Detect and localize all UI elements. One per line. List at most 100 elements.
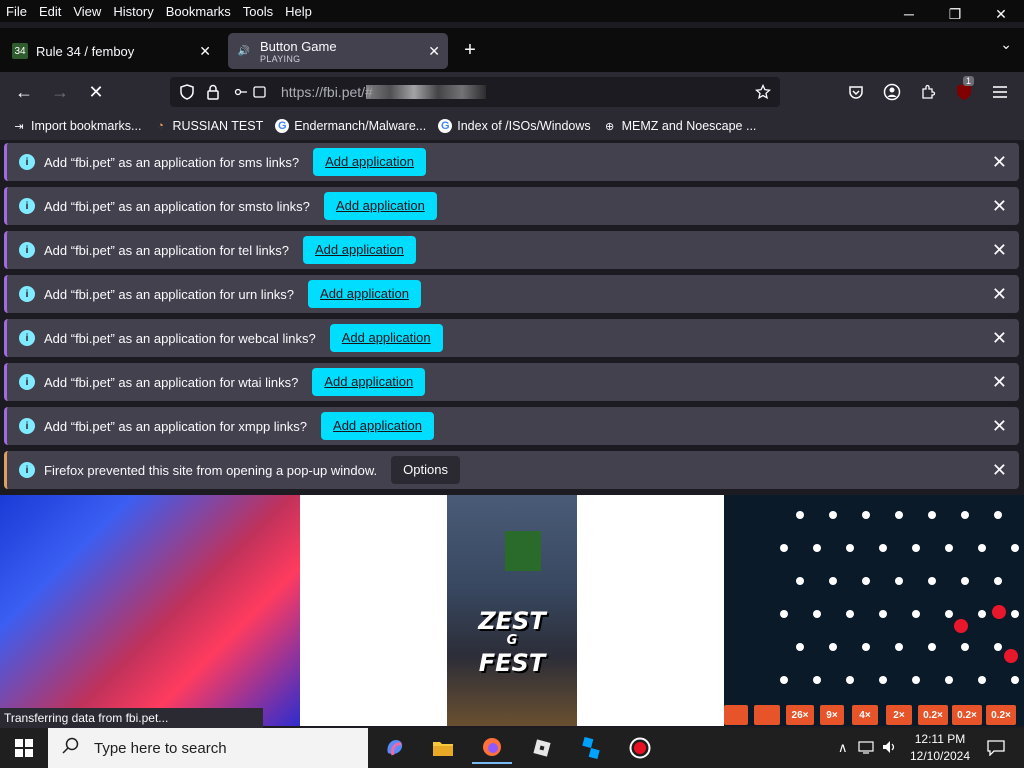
add-application-button[interactable]: Add application — [329, 324, 443, 352]
close-icon[interactable]: ✕ — [992, 240, 1007, 261]
chevron-up-icon[interactable]: ∧ — [838, 740, 848, 756]
plinko-peg — [829, 577, 837, 585]
bookmark-import[interactable]: ⇥ Import bookmarks... — [12, 119, 141, 133]
plinko-peg — [780, 676, 788, 684]
tab-button-game[interactable]: 🔊 Button Game PLAYING ✕ — [228, 33, 448, 69]
tab-close-icon[interactable]: ✕ — [428, 43, 440, 60]
add-application-button[interactable]: Add application — [313, 148, 426, 176]
plinko-peg — [895, 511, 903, 519]
site-favicon-icon: ◔ — [157, 120, 164, 132]
firefox-icon[interactable] — [472, 732, 512, 764]
permissions-icon[interactable] — [234, 84, 266, 103]
volume-icon[interactable] — [882, 740, 898, 757]
google-icon: G — [438, 119, 453, 133]
tab-title: Rule 34 / femboy — [36, 43, 135, 59]
url-bar[interactable]: https://fbi.pet/# — [170, 77, 780, 107]
close-window-button[interactable]: ✕ — [978, 0, 1024, 28]
account-icon[interactable] — [878, 78, 906, 106]
plinko-peg — [945, 544, 953, 552]
plinko-game[interactable]: 26× 9× 4× 2× 0.2× 0.2× 0.2× — [724, 495, 1024, 726]
tab-rule34[interactable]: 34 Rule 34 / femboy ✕ — [4, 33, 219, 69]
notification-bar: i Add “fbi.pet” as an application for we… — [4, 319, 1019, 357]
extensions-icon[interactable] — [914, 78, 942, 106]
tab-text: Button Game PLAYING — [260, 39, 337, 64]
bookmarks-bar: ⇥ Import bookmarks... ◔ RUSSIAN TEST G Ende… — [0, 112, 1024, 140]
minimize-button[interactable]: ─ — [886, 0, 932, 28]
file-explorer-icon[interactable] — [423, 732, 463, 764]
close-icon[interactable]: ✕ — [992, 372, 1007, 393]
notification-center-icon[interactable] — [976, 732, 1016, 764]
pocket-icon[interactable] — [842, 78, 870, 106]
ublock-badge: 1 — [963, 76, 975, 86]
restore-button[interactable]: ❐ — [932, 0, 978, 28]
star-icon[interactable] — [754, 83, 772, 103]
plinko-peg — [895, 643, 903, 651]
info-icon: i — [19, 286, 35, 302]
plinko-peg — [1011, 544, 1019, 552]
plinko-ball — [992, 605, 1006, 619]
close-icon[interactable]: ✕ — [992, 196, 1007, 217]
plinko-peg — [928, 577, 936, 585]
notification-bar: i Add “fbi.pet” as an application for ur… — [4, 275, 1019, 313]
network-icon[interactable] — [857, 740, 874, 757]
close-icon[interactable]: ✕ — [992, 460, 1007, 481]
plinko-peg — [796, 511, 804, 519]
ublock-icon[interactable]: 1 — [950, 76, 978, 106]
forward-button[interactable]: → — [46, 78, 74, 106]
close-icon[interactable]: ✕ — [992, 152, 1007, 173]
notification-bar: i Add “fbi.pet” as an application for sm… — [4, 187, 1019, 225]
tab-list-chevron-icon[interactable]: ⌄ — [1000, 36, 1012, 53]
taskbar-clock[interactable]: 12:11 PM 12/10/2024 — [906, 731, 974, 765]
plinko-peg — [978, 544, 986, 552]
plinko-peg — [994, 643, 1002, 651]
windows-start-icon[interactable] — [0, 728, 48, 768]
info-icon: i — [19, 330, 35, 346]
bookmark-endermanch[interactable]: G Endermanch/Malware... — [275, 119, 426, 133]
add-application-button[interactable]: Add application — [323, 192, 437, 220]
menu-help[interactable]: Help — [279, 4, 318, 19]
status-text: Transferring data from fbi.pet... — [0, 708, 263, 728]
roblox-studio-icon[interactable] — [571, 732, 611, 764]
menu-edit[interactable]: Edit — [33, 4, 67, 19]
menu-icon[interactable] — [986, 78, 1014, 106]
video-person-image — [505, 531, 541, 571]
menu-view[interactable]: View — [67, 4, 107, 19]
plinko-slot: 4× — [852, 705, 878, 725]
close-icon[interactable]: ✕ — [992, 328, 1007, 349]
plinko-peg — [912, 544, 920, 552]
bookmark-russian-test[interactable]: ◔ RUSSIAN TEST — [153, 119, 263, 133]
add-application-button[interactable]: Add application — [302, 236, 416, 264]
back-button[interactable]: ← — [10, 78, 38, 106]
video-left[interactable] — [0, 495, 300, 726]
bookmark-memz[interactable]: ⊕ MEMZ and Noescape ... — [603, 119, 756, 133]
close-icon[interactable]: ✕ — [992, 416, 1007, 437]
info-icon: i — [19, 154, 35, 170]
plinko-peg — [879, 676, 887, 684]
menu-bookmarks[interactable]: Bookmarks — [160, 4, 237, 19]
shield-icon[interactable] — [179, 84, 195, 103]
options-button[interactable]: Options — [391, 456, 460, 484]
menu-history[interactable]: History — [107, 4, 159, 19]
taskbar-search[interactable]: Type here to search — [48, 728, 368, 768]
obs-icon[interactable] — [620, 732, 660, 764]
add-application-button[interactable]: Add application — [308, 280, 421, 308]
tab-close-icon[interactable]: ✕ — [199, 43, 211, 60]
stop-button[interactable]: ✕ — [82, 78, 110, 106]
bookmark-isos[interactable]: G Index of /ISOs/Windows — [438, 119, 591, 133]
plinko-peg — [780, 610, 788, 618]
close-icon[interactable]: ✕ — [992, 284, 1007, 305]
menu-file[interactable]: File — [0, 4, 33, 19]
menu-tools[interactable]: Tools — [237, 4, 279, 19]
copilot-icon[interactable] — [375, 732, 415, 764]
lock-icon[interactable] — [206, 84, 220, 103]
page-content[interactable]: ZEST G FEST 26× 9× 4× 2× 0.2× 0.2× 0.2× — [0, 495, 1024, 726]
speaker-icon[interactable]: 🔊 — [236, 43, 252, 59]
video-middle[interactable]: ZEST G FEST — [447, 495, 577, 726]
roblox-icon[interactable] — [522, 732, 562, 764]
add-application-button[interactable]: Add application — [312, 368, 426, 396]
plinko-peg — [1011, 676, 1019, 684]
plinko-peg — [862, 643, 870, 651]
notification-message: Add “fbi.pet” as an application for urn … — [44, 286, 295, 302]
add-application-button[interactable]: Add application — [321, 412, 434, 440]
new-tab-button[interactable]: + — [458, 36, 482, 64]
